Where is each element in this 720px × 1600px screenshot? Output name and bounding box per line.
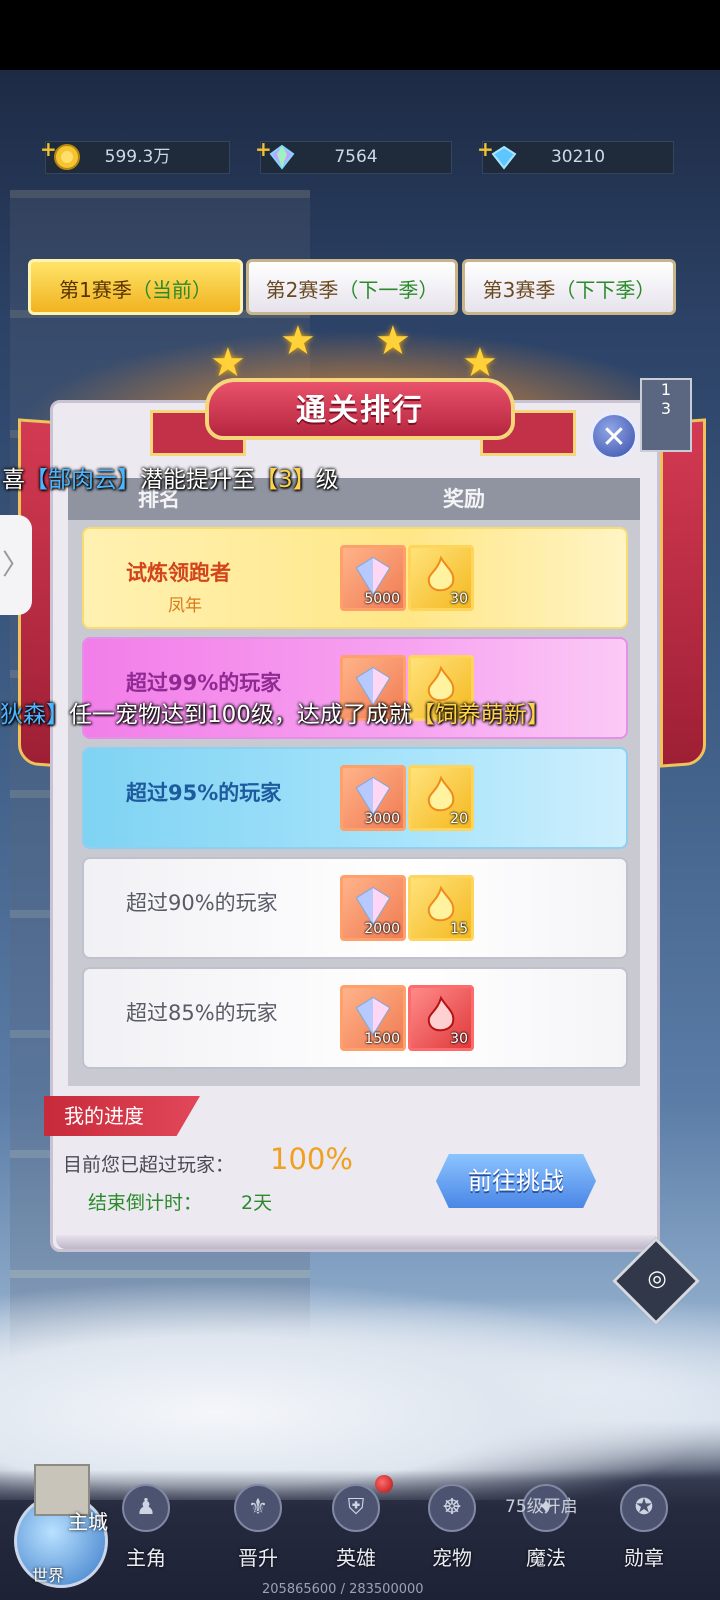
surpass-value: 100% (270, 1142, 353, 1176)
gold-resource[interactable]: + 599.3万 (40, 137, 230, 174)
gold-value: 599.3万 (104, 147, 171, 167)
challenge-button[interactable]: 前往挑战 (436, 1154, 596, 1208)
magic-locked-text: 75级开启 (505, 1497, 578, 1517)
tab-season-1[interactable]: 第1赛季（当前） (28, 259, 243, 315)
ranking-row-4: 超过90%的玩家 2000 15 (82, 857, 628, 959)
broadcast-text: 任一宠物达到100级，达成了成就 (69, 702, 412, 728)
ranking-row-5: 超过85%的玩家 1500 30 (82, 967, 628, 1069)
broadcast-player-name: 狄森】 (0, 702, 69, 728)
fire-reward[interactable]: 20 (408, 765, 474, 831)
row-title: 试炼领跑者 (126, 561, 231, 585)
surpass-label: 目前您已超过玩家： (63, 1154, 235, 1176)
panel-title: 通关排行 (205, 378, 515, 440)
broadcast-message-2: 狄森】任一宠物达到100级，达成了成就【饲养萌新】 (0, 695, 550, 729)
countdown-label: 结束倒计时： (88, 1192, 203, 1214)
fire-count: 20 (450, 811, 468, 827)
fire-reward[interactable]: 15 (408, 875, 474, 941)
gem-count: 2000 (364, 921, 400, 937)
broadcast-message-1: 喜【郜肉云】潜能提升至【3】级 (2, 460, 339, 494)
nav-label: 勋章 (624, 1546, 664, 1570)
row-title: 超过99%的玩家 (126, 671, 282, 695)
nav-promote[interactable]: ⚜ 晋升 (218, 1484, 298, 1584)
nav-hero[interactable]: ♟ 主角 (106, 1484, 186, 1584)
broadcast-suffix: 级 (315, 467, 339, 493)
diamond-resource[interactable]: + 30210 (477, 137, 674, 174)
experience-text: 205865600 / 283500000 (262, 1582, 424, 1597)
right-side-box[interactable]: 1 3 (640, 378, 692, 452)
nav-pet[interactable]: ☸ 宠物 (412, 1484, 492, 1584)
ranking-row-1: 试炼领跑者 凤年 5000 30 (82, 527, 628, 629)
close-icon: ✕ (601, 420, 627, 455)
gold-coin-icon (54, 144, 80, 170)
right-box-top: 1 (660, 380, 672, 399)
gem-count: 3000 (364, 811, 400, 827)
gem-value: 7564 (334, 147, 378, 167)
medal-icon: ✪ (620, 1484, 668, 1532)
helmet-icon: ⛨ (332, 1484, 380, 1532)
rainbow-gem-icon (269, 144, 295, 170)
main-city-label: 主城 (68, 1510, 108, 1534)
gem-resource[interactable]: + 7564 (255, 137, 452, 174)
fire-count: 30 (450, 1031, 468, 1047)
promote-icon: ⚜ (234, 1484, 282, 1532)
gem-count: 5000 (364, 591, 400, 607)
broadcast-level: 【3】 (255, 467, 316, 493)
blue-diamond-icon (491, 145, 517, 170)
divider (68, 1085, 640, 1086)
my-progress-label: 我的进度 (44, 1096, 200, 1136)
broadcast-player-name: 【郜肉云】 (25, 467, 140, 493)
right-banner (660, 418, 706, 768)
nav-label: 英雄 (336, 1546, 376, 1570)
broadcast-prefix: 喜 (2, 467, 25, 493)
side-expand-tab[interactable]: 〉 (0, 515, 32, 615)
row-subtitle: 凤年 (168, 596, 202, 616)
fire-count: 15 (450, 921, 468, 937)
broadcast-achievement: 【饲养萌新】 (411, 702, 550, 728)
gem-reward[interactable]: 5000 (340, 545, 406, 611)
row-title: 超过85%的玩家 (126, 1001, 278, 1025)
gem-reward[interactable]: 1500 (340, 985, 406, 1051)
gem-reward[interactable]: 2000 (340, 875, 406, 941)
tab-season-2-label: 第2赛季 (265, 278, 339, 302)
nav-medal[interactable]: ✪ 勋章 (604, 1484, 684, 1584)
right-box-bottom: 3 (660, 399, 672, 418)
nav-label: 魔法 (526, 1546, 566, 1570)
pet-icon: ☸ (428, 1484, 476, 1532)
star-icon: ★ (375, 318, 411, 364)
ranking-row-3: 超过95%的玩家 3000 20 (82, 747, 628, 849)
world-label: 世界 (32, 1566, 65, 1585)
broadcast-text: 潜能提升至 (140, 467, 255, 493)
reward-column-header: 奖励 (443, 487, 485, 511)
fire-reward[interactable]: 30 (408, 545, 474, 611)
compass-icon: ◎ (647, 1266, 668, 1292)
world-button[interactable]: 主城 世界 (10, 1458, 110, 1588)
panel-bottom-scroll (56, 1235, 656, 1249)
tab-season-2[interactable]: 第2赛季（下一季） (246, 259, 458, 315)
tab-season-3-label: 第3赛季 (482, 278, 556, 302)
tab-season-3[interactable]: 第3赛季（下下季） (462, 259, 676, 315)
nav-label: 主角 (126, 1546, 166, 1570)
status-bar (0, 0, 720, 70)
notification-dot (375, 1475, 393, 1493)
tab-season-1-sub: （当前） (131, 278, 212, 302)
countdown-value: 2天 (241, 1192, 273, 1214)
tab-season-1-label: 第1赛季 (59, 278, 132, 302)
close-button[interactable]: ✕ (590, 412, 638, 460)
nav-heroes[interactable]: ⛨ 英雄 (316, 1484, 396, 1584)
nav-label: 晋升 (238, 1546, 278, 1570)
diamond-value: 30210 (550, 147, 606, 167)
hero-icon: ♟ (122, 1484, 170, 1532)
tab-season-2-sub: （下一季） (338, 278, 439, 302)
star-icon: ★ (280, 318, 316, 364)
chevron-right-icon: 〉 (1, 548, 30, 581)
gem-reward[interactable]: 3000 (340, 765, 406, 831)
row-title: 超过95%的玩家 (126, 781, 282, 805)
tab-season-3-sub: （下下季） (555, 278, 656, 302)
red-fire-reward[interactable]: 30 (408, 985, 474, 1051)
fire-count: 30 (450, 591, 468, 607)
nav-label: 宠物 (432, 1546, 472, 1570)
row-title: 超过90%的玩家 (126, 891, 278, 915)
gem-count: 1500 (364, 1031, 400, 1047)
